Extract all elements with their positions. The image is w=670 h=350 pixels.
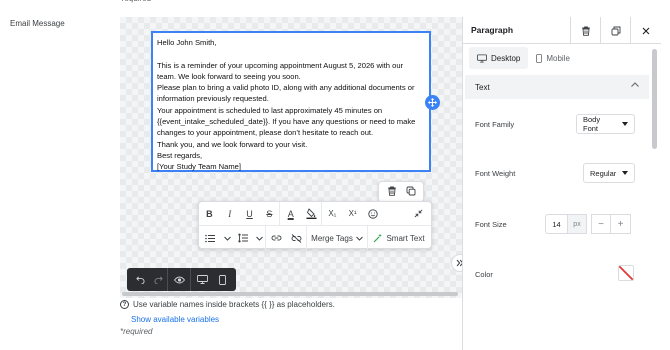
panel-scrollbar[interactable] (652, 49, 657, 149)
font-size-input[interactable]: 14 (545, 214, 567, 234)
caret-down-icon (622, 171, 629, 175)
emoji-icon[interactable] (363, 202, 384, 226)
increment-button[interactable]: + (611, 214, 631, 234)
merge-tags-button[interactable]: Merge Tags (306, 226, 367, 250)
required-note: *required (120, 327, 153, 336)
bold-button[interactable]: B (199, 202, 220, 226)
font-color-button[interactable]: A (279, 201, 301, 226)
placeholder-hint: ? Use variable names inside brackets {{ … (120, 300, 335, 309)
redo-icon[interactable] (149, 268, 167, 291)
tab-mobile-label: Mobile (546, 53, 570, 63)
top-required-note: required (122, 0, 151, 3)
unlink-icon[interactable] (286, 226, 306, 250)
line-height-icon[interactable] (233, 226, 253, 250)
underline-button[interactable]: U (240, 202, 260, 226)
duplicate-icon[interactable] (600, 17, 630, 44)
highlight-color-icon[interactable] (301, 202, 321, 226)
device-tabs: Desktop Mobile (469, 47, 578, 69)
text-line: Your appointment is scheduled to last ap… (157, 105, 383, 115)
tab-mobile[interactable]: Mobile (528, 47, 578, 69)
paragraph-text-box[interactable]: Hello John Smith, This is a reminder of … (151, 31, 431, 172)
collapse-toolbar-icon[interactable] (383, 202, 431, 226)
text-line-blank (157, 48, 425, 59)
hint-text: Use variable names inside brackets {{ }}… (133, 300, 335, 309)
delete-icon[interactable] (570, 17, 600, 44)
block-actions (378, 181, 424, 203)
text-line: {{event_intake_scheduled_date}}. If you … (157, 117, 416, 127)
font-size-control: 14 px − + (545, 214, 631, 234)
superscript-button[interactable]: X¹ (343, 202, 363, 226)
properties-panel: Paragraph Desktop Mobile Text Font Famil… (462, 17, 661, 350)
text-section-header[interactable]: Text (465, 75, 649, 99)
font-size-label: Font Size (475, 220, 507, 229)
horizontal-scrollbar[interactable] (122, 292, 458, 296)
font-family-value: Body Font (583, 115, 601, 133)
mobile-view-icon[interactable] (213, 268, 231, 291)
preview-eye-icon[interactable] (167, 268, 190, 291)
chevron-down-icon[interactable] (221, 226, 233, 250)
delete-block-icon[interactable] (387, 186, 397, 198)
chevron-down-icon (355, 236, 363, 241)
font-weight-select[interactable]: Regular (583, 163, 635, 183)
text-line: Thank you, and we look forward to your v… (157, 139, 308, 149)
text-line: This is a reminder of your upcoming appo… (157, 60, 404, 70)
tab-desktop-label: Desktop (491, 53, 521, 63)
link-icon[interactable] (265, 226, 286, 250)
tab-desktop[interactable]: Desktop (469, 47, 529, 69)
move-handle-icon[interactable] (425, 95, 440, 110)
smart-text-button[interactable]: Smart Text (367, 226, 430, 250)
mobile-icon (536, 53, 543, 63)
chevron-up-icon (631, 82, 639, 87)
email-message-label: Email Message (10, 19, 65, 28)
font-weight-label: Font Weight (475, 169, 516, 178)
close-icon[interactable] (630, 17, 660, 44)
magic-wand-icon (374, 233, 383, 243)
text-line: Please plan to bring a valid photo ID, a… (157, 83, 415, 93)
help-icon: ? (120, 300, 129, 309)
color-label: Color (475, 270, 493, 279)
duplicate-block-icon[interactable] (406, 186, 416, 198)
desktop-icon (477, 53, 487, 63)
caret-down-icon (622, 122, 628, 126)
merge-tags-label: Merge Tags (311, 233, 353, 243)
text-line: information previously requested. (157, 94, 269, 104)
list-icon[interactable] (199, 226, 221, 250)
decrement-button[interactable]: − (591, 214, 611, 234)
font-family-label: Font Family (475, 120, 515, 129)
editor-bottom-toolbar (127, 268, 236, 291)
subscript-button[interactable]: X₁ (320, 201, 343, 226)
font-weight-value: Regular (590, 168, 617, 178)
undo-icon[interactable] (131, 268, 149, 291)
text-section-title: Text (475, 82, 490, 92)
text-line: changes to your appointment, please don’… (157, 128, 374, 138)
chevron-down-icon[interactable] (253, 226, 265, 250)
strikethrough-button[interactable]: S (259, 202, 279, 226)
font-size-unit: px (567, 214, 587, 234)
text-line: [Your Study Team Name] (157, 162, 241, 172)
color-swatch[interactable] (618, 265, 634, 281)
smart-text-label: Smart Text (386, 233, 425, 243)
panel-title: Paragraph (471, 25, 514, 35)
font-family-select[interactable]: Body Font (576, 114, 635, 134)
formatting-toolbar: B I U S A X₁ X¹ Merge Tags Smart Text (198, 201, 432, 250)
italic-button[interactable]: I (220, 202, 240, 226)
text-line: team. We look forward to seeing you soon… (157, 71, 301, 81)
text-line: Hello John Smith, (157, 38, 217, 47)
panel-header: Paragraph (463, 17, 661, 44)
show-variables-link[interactable]: Show available variables (131, 315, 219, 324)
text-line: Best regards, (157, 150, 203, 160)
desktop-view-icon[interactable] (190, 268, 213, 291)
